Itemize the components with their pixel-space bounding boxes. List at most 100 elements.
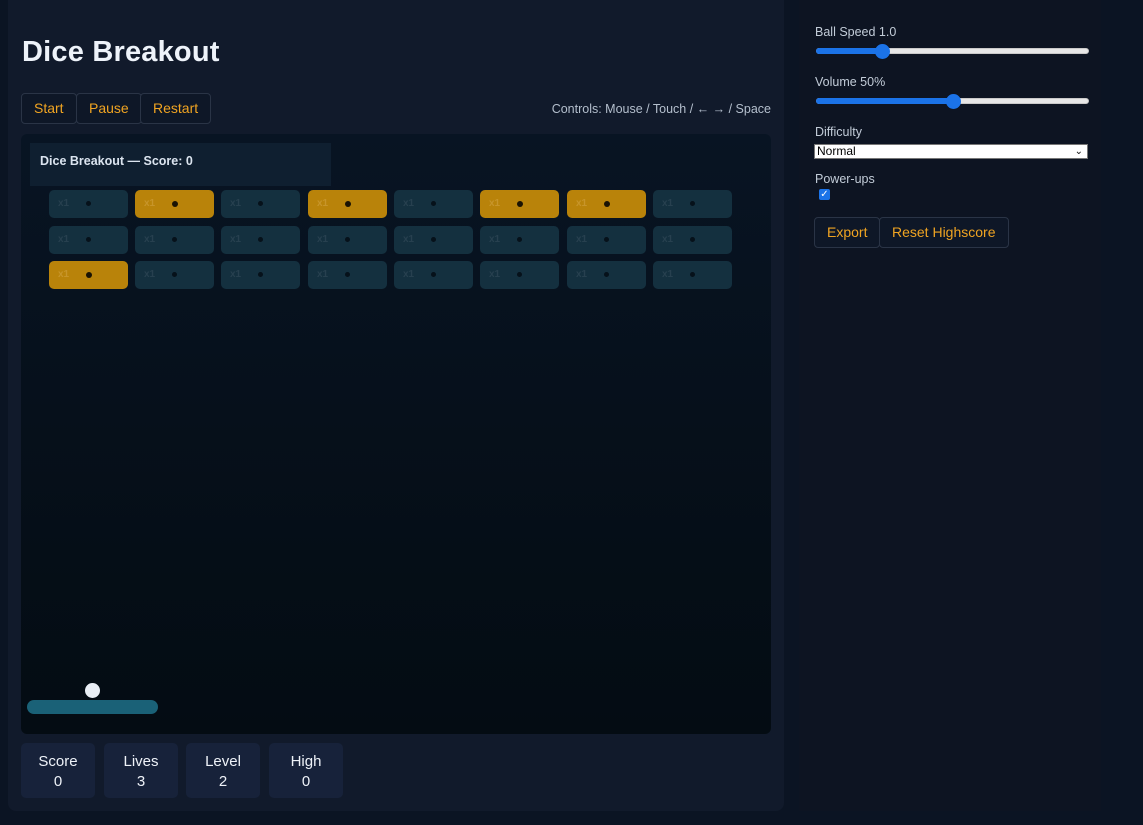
powerups-label: Power-ups bbox=[815, 172, 875, 186]
stat-value: 2 bbox=[218, 773, 228, 790]
dice-pip-icon bbox=[345, 237, 350, 242]
ball bbox=[85, 683, 100, 698]
board-score-label: Dice Breakout — Score: 0 bbox=[30, 143, 331, 186]
dice-pip-icon bbox=[690, 237, 695, 242]
brick: x1 bbox=[308, 190, 387, 218]
brick-multiplier: x1 bbox=[230, 234, 242, 245]
brick: x1 bbox=[480, 261, 559, 289]
dice-pip-icon bbox=[690, 201, 695, 206]
brick-multiplier: x1 bbox=[662, 269, 674, 280]
controls-hint: Controls: Mouse / Touch / ← → / Space bbox=[551, 102, 771, 116]
slider-fill bbox=[816, 48, 882, 54]
brick-multiplier: x1 bbox=[576, 198, 588, 209]
dice-pip-icon bbox=[172, 201, 178, 207]
pause-button[interactable]: Pause bbox=[76, 93, 142, 124]
brick-multiplier: x1 bbox=[58, 198, 70, 209]
difficulty-value: Normal bbox=[817, 144, 856, 158]
dice-pip-icon bbox=[517, 201, 523, 207]
dice-pip-icon bbox=[604, 237, 609, 242]
brick-multiplier: x1 bbox=[317, 269, 329, 280]
dice-pip-icon bbox=[604, 201, 610, 207]
dice-pip-icon bbox=[86, 272, 92, 278]
brick-multiplier: x1 bbox=[489, 198, 501, 209]
dice-pip-icon bbox=[345, 272, 350, 277]
brick: x1 bbox=[653, 261, 732, 289]
dice-pip-icon bbox=[431, 201, 436, 206]
brick: x1 bbox=[653, 226, 732, 254]
brick-multiplier: x1 bbox=[489, 234, 501, 245]
dice-pip-icon bbox=[258, 201, 263, 206]
slider-fill bbox=[816, 98, 953, 104]
volume-label: Volume 50% bbox=[815, 75, 886, 89]
settings-panel: Ball Speed 1.0 Volume 50% Difficulty Nor… bbox=[799, 0, 1101, 811]
dice-pip-icon bbox=[86, 201, 91, 206]
dice-pip-icon bbox=[258, 237, 263, 242]
dice-pip-icon bbox=[517, 237, 522, 242]
brick: x1 bbox=[308, 261, 387, 289]
stat-label: Lives bbox=[123, 753, 159, 770]
dice-pip-icon bbox=[86, 237, 91, 242]
ball-speed-slider[interactable] bbox=[816, 41, 1089, 61]
dice-pip-icon bbox=[517, 272, 522, 277]
start-button[interactable]: Start bbox=[21, 93, 77, 124]
brick-multiplier: x1 bbox=[144, 234, 156, 245]
brick-multiplier: x1 bbox=[576, 234, 588, 245]
dice-pip-icon bbox=[690, 272, 695, 277]
brick: x1 bbox=[221, 261, 300, 289]
game-board[interactable]: Dice Breakout — Score: 0 x1 x1 x1 x1 x1 x1 x1 x… bbox=[21, 134, 771, 734]
brick-multiplier: x1 bbox=[144, 198, 156, 209]
brick-multiplier: x1 bbox=[489, 269, 501, 280]
stat-value: 3 bbox=[136, 773, 146, 790]
dice-pip-icon bbox=[345, 201, 351, 207]
brick-multiplier: x1 bbox=[403, 198, 415, 209]
dice-pip-icon bbox=[431, 272, 436, 277]
difficulty-label: Difficulty bbox=[815, 125, 863, 139]
brick: x1 bbox=[221, 190, 300, 218]
export-button[interactable]: Export bbox=[814, 217, 881, 248]
brick: x1 bbox=[308, 226, 387, 254]
stat-label: High bbox=[290, 753, 322, 770]
brick-multiplier: x1 bbox=[230, 269, 242, 280]
brick-multiplier: x1 bbox=[403, 234, 415, 245]
brick-multiplier: x1 bbox=[144, 269, 156, 280]
slider-thumb[interactable] bbox=[874, 44, 890, 59]
volume-slider[interactable] bbox=[816, 91, 1089, 111]
brick: x1 bbox=[135, 190, 214, 218]
dice-pip-icon bbox=[172, 237, 177, 242]
reset-highscore-button[interactable]: Reset Highscore bbox=[879, 217, 1009, 248]
brick-multiplier: x1 bbox=[662, 198, 674, 209]
slider-thumb[interactable] bbox=[945, 94, 961, 109]
brick: x1 bbox=[394, 190, 473, 218]
brick-multiplier: x1 bbox=[662, 234, 674, 245]
dice-pip-icon bbox=[172, 272, 177, 277]
brick-multiplier: x1 bbox=[230, 198, 242, 209]
page-title: Dice Breakout bbox=[22, 36, 220, 68]
stat-score: Score 0 bbox=[21, 743, 95, 798]
stat-label: Score bbox=[38, 753, 78, 770]
brick: x1 bbox=[567, 261, 646, 289]
brick: x1 bbox=[653, 190, 732, 218]
brick: x1 bbox=[135, 261, 214, 289]
brick: x1 bbox=[480, 190, 559, 218]
brick: x1 bbox=[135, 226, 214, 254]
dice-pip-icon bbox=[258, 272, 263, 277]
powerups-checkbox[interactable]: ✓ bbox=[819, 189, 830, 200]
brick: x1 bbox=[49, 261, 128, 289]
stat-label: Level bbox=[205, 753, 241, 770]
brick: x1 bbox=[221, 226, 300, 254]
brick-multiplier: x1 bbox=[58, 234, 70, 245]
restart-button[interactable]: Restart bbox=[140, 93, 212, 124]
paddle[interactable] bbox=[27, 700, 158, 714]
brick: x1 bbox=[49, 190, 128, 218]
chevron-down-icon: ⌄ bbox=[1074, 146, 1083, 157]
stat-high: High 0 bbox=[269, 743, 343, 798]
dice-pip-icon bbox=[431, 237, 436, 242]
difficulty-select[interactable]: Normal ⌄ bbox=[814, 144, 1088, 159]
stat-lives: Lives 3 bbox=[104, 743, 178, 798]
brick: x1 bbox=[567, 226, 646, 254]
game-panel: Dice Breakout Start Pause Restart Contro… bbox=[8, 0, 784, 811]
stat-value: 0 bbox=[53, 773, 63, 790]
brick-multiplier: x1 bbox=[403, 269, 415, 280]
brick: x1 bbox=[394, 261, 473, 289]
brick-multiplier: x1 bbox=[58, 269, 70, 280]
